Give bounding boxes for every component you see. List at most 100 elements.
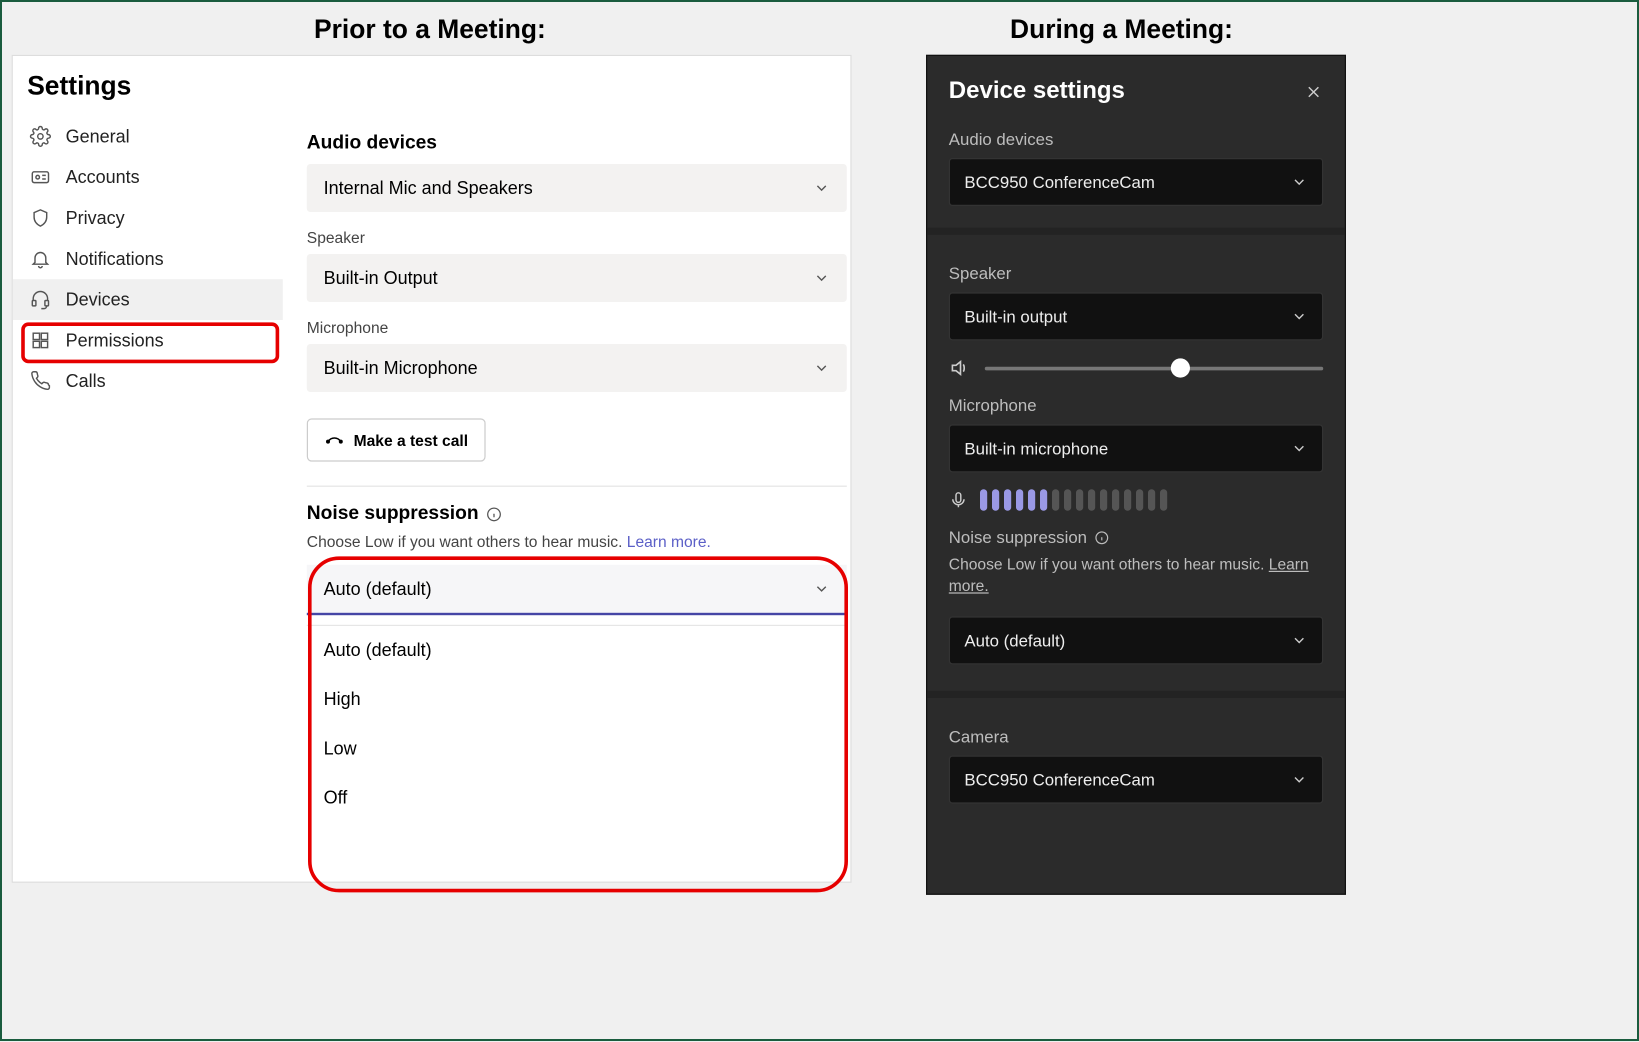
learn-more-link[interactable]: Learn more. <box>627 532 711 550</box>
noise-suppression-select[interactable]: Auto (default) <box>307 565 847 615</box>
chevron-down-icon <box>813 180 830 197</box>
divider-dark <box>927 691 1345 698</box>
audio-devices-select[interactable]: Internal Mic and Speakers <box>307 164 847 212</box>
microphone-value-dark: Built-in microphone <box>964 439 1108 458</box>
grid-icon <box>30 330 52 352</box>
microphone-level-meter <box>949 489 1323 511</box>
bell-icon <box>30 248 52 270</box>
noise-option-off[interactable]: Off <box>307 774 847 823</box>
settings-title: Settings <box>27 70 850 101</box>
noise-suppression-select-dark[interactable]: Auto (default) <box>949 617 1323 665</box>
noise-suppression-value-dark: Auto (default) <box>964 631 1065 650</box>
phone-icon <box>30 370 52 392</box>
noise-desc-text-dark: Choose Low if you want others to hear mu… <box>949 555 1269 573</box>
microphone-select-dark[interactable]: Built-in microphone <box>949 424 1323 472</box>
mic-level-bar <box>1040 489 1047 511</box>
sidebar-item-devices[interactable]: Devices <box>13 279 283 320</box>
audio-devices-value-dark: BCC950 ConferenceCam <box>964 172 1155 191</box>
id-card-icon <box>30 166 52 188</box>
microphone-label-dark: Microphone <box>949 396 1323 415</box>
camera-label-dark: Camera <box>949 727 1323 746</box>
noise-suppression-value: Auto (default) <box>324 579 432 599</box>
noise-desc-text: Choose Low if you want others to hear mu… <box>307 532 627 550</box>
sidebar-item-label: Devices <box>66 289 130 309</box>
speaker-value-dark: Built-in output <box>964 307 1067 326</box>
sidebar-item-accounts[interactable]: Accounts <box>13 157 283 198</box>
make-test-call-label: Make a test call <box>354 431 468 449</box>
noise-suppression-desc: Choose Low if you want others to hear mu… <box>307 532 847 550</box>
mic-level-bar <box>1112 489 1119 511</box>
speaker-value: Built-in Output <box>324 268 438 288</box>
sidebar-item-calls[interactable]: Calls <box>13 361 283 402</box>
noise-suppression-desc-dark: Choose Low if you want others to hear mu… <box>949 554 1323 598</box>
speaker-label-dark: Speaker <box>949 264 1323 283</box>
noise-option-auto[interactable]: Auto (default) <box>307 626 847 675</box>
speaker-sound-icon <box>949 357 971 379</box>
chevron-down-icon <box>813 360 830 377</box>
microphone-select[interactable]: Built-in Microphone <box>307 344 847 392</box>
mic-level-bar <box>1076 489 1083 511</box>
divider-dark <box>927 228 1345 235</box>
sidebar-item-label: Notifications <box>66 249 164 269</box>
speaker-select[interactable]: Built-in Output <box>307 254 847 302</box>
audio-devices-label-dark: Audio devices <box>949 129 1323 148</box>
chevron-down-icon <box>1291 772 1308 789</box>
gear-icon <box>30 126 52 148</box>
sidebar-item-label: Accounts <box>66 167 140 187</box>
audio-devices-label: Audio devices <box>307 133 847 155</box>
mic-level-bar <box>1064 489 1071 511</box>
device-settings-panel-dark: Device settings Audio devices BCC950 Con… <box>926 55 1346 895</box>
mic-level-bar <box>1004 489 1011 511</box>
noise-suppression-options: Auto (default) High Low Off <box>307 625 847 823</box>
noise-suppression-label-dark: Noise suppression <box>949 528 1087 547</box>
info-icon[interactable] <box>1094 529 1110 545</box>
mic-level-bar <box>1028 489 1035 511</box>
noise-suppression-heading: Noise suppression <box>307 504 847 526</box>
mic-level-bar <box>1100 489 1107 511</box>
sidebar-item-label: General <box>66 126 130 146</box>
volume-track[interactable] <box>985 366 1323 370</box>
speaker-select-dark[interactable]: Built-in output <box>949 292 1323 340</box>
headset-icon <box>30 289 52 311</box>
divider <box>307 486 847 487</box>
mic-level-bar <box>1136 489 1143 511</box>
sidebar-item-label: Calls <box>66 371 106 391</box>
camera-value-dark: BCC950 ConferenceCam <box>964 770 1155 789</box>
chevron-down-icon <box>1291 632 1308 649</box>
noise-option-low[interactable]: Low <box>307 724 847 773</box>
camera-select-dark[interactable]: BCC950 ConferenceCam <box>949 756 1323 804</box>
mic-level-bar <box>1016 489 1023 511</box>
speaker-volume-slider[interactable] <box>949 357 1323 379</box>
audio-devices-select-dark[interactable]: BCC950 ConferenceCam <box>949 158 1323 206</box>
settings-sidebar: General Accounts Privacy Notifications D… <box>13 116 283 402</box>
make-test-call-button[interactable]: Make a test call <box>307 418 486 461</box>
device-settings-title: Device settings <box>949 78 1125 106</box>
sidebar-item-label: Permissions <box>66 330 164 350</box>
mic-level-bar <box>1088 489 1095 511</box>
chevron-down-icon <box>1291 174 1308 191</box>
mic-level-bar <box>992 489 999 511</box>
mic-level-bar <box>1148 489 1155 511</box>
volume-thumb[interactable] <box>1171 358 1190 377</box>
info-icon[interactable] <box>486 506 503 523</box>
mic-level-bar <box>1160 489 1167 511</box>
close-button[interactable] <box>1304 82 1323 101</box>
phone-arc-icon <box>325 430 344 449</box>
speaker-label: Speaker <box>307 229 847 247</box>
sidebar-item-general[interactable]: General <box>13 116 283 157</box>
mic-icon <box>949 490 968 509</box>
mic-level-bar <box>1124 489 1131 511</box>
audio-devices-value: Internal Mic and Speakers <box>324 178 533 198</box>
sidebar-item-permissions[interactable]: Permissions <box>13 320 283 361</box>
noise-option-high[interactable]: High <box>307 675 847 724</box>
sidebar-item-label: Privacy <box>66 208 125 228</box>
sidebar-item-notifications[interactable]: Notifications <box>13 238 283 279</box>
settings-content: Audio devices Internal Mic and Speakers … <box>307 116 847 823</box>
heading-during: During a Meeting: <box>1010 14 1233 45</box>
settings-panel-light: Settings General Accounts Privacy Notifi… <box>12 55 852 883</box>
chevron-down-icon <box>1291 308 1308 325</box>
heading-prior: Prior to a Meeting: <box>314 14 546 45</box>
chevron-down-icon <box>813 270 830 287</box>
sidebar-item-privacy[interactable]: Privacy <box>13 198 283 239</box>
mic-level-bar <box>1052 489 1059 511</box>
